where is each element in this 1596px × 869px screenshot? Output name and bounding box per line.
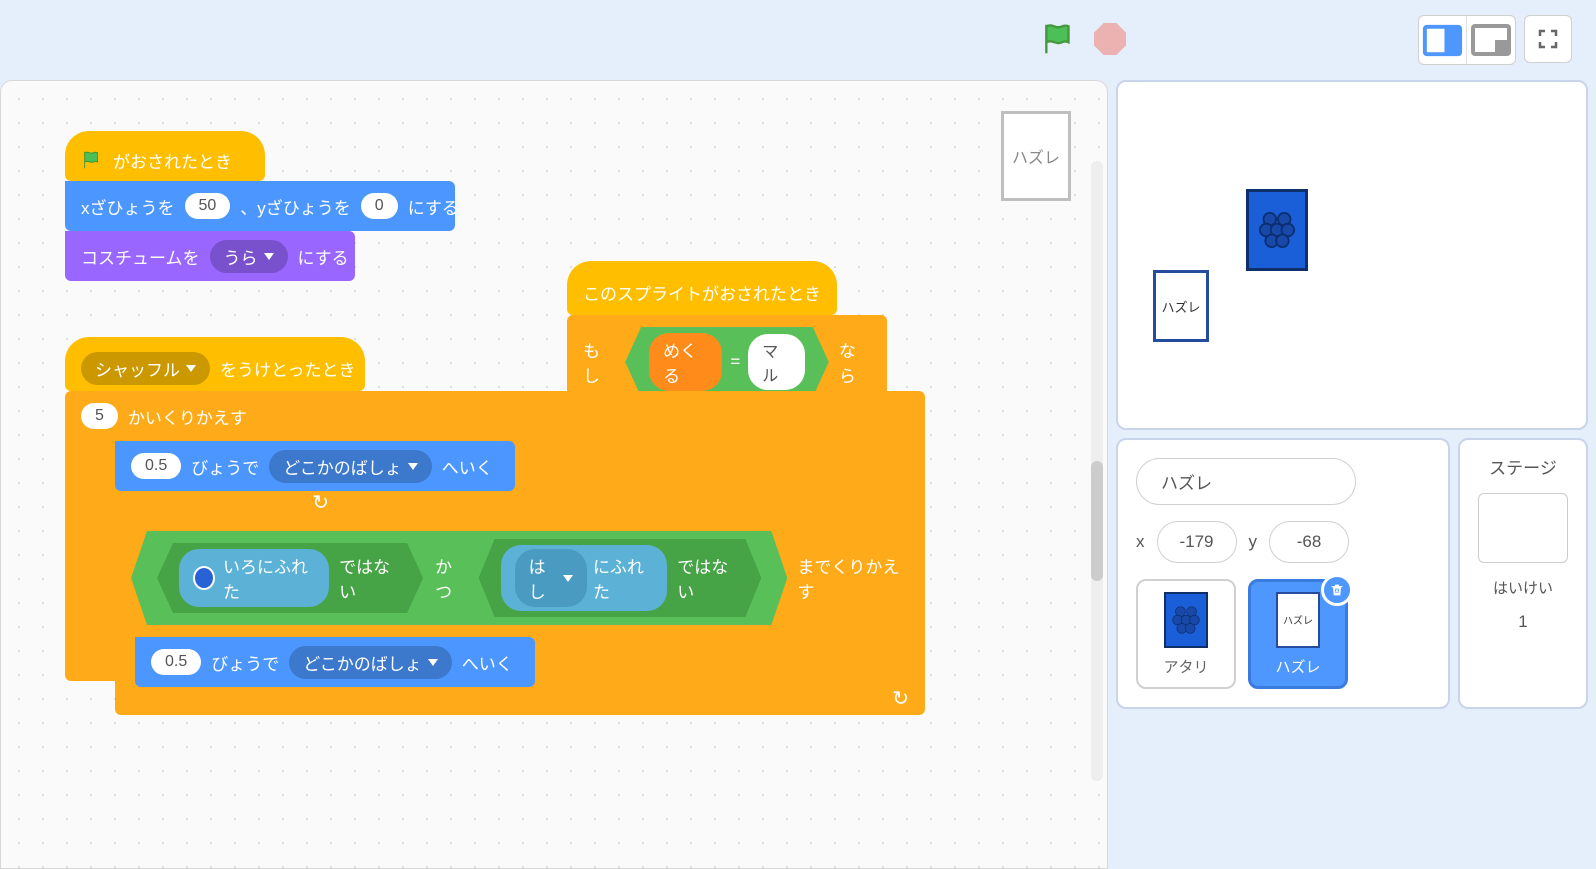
sprite-thumb: ハズレ (1276, 592, 1320, 648)
t: 、yざひょうを (240, 194, 351, 219)
hat-flag-clicked[interactable]: がおされたとき (65, 131, 265, 181)
target-dropdown[interactable]: どこかのばしょ (289, 646, 452, 679)
t: びょうで (211, 650, 279, 675)
x-label: x (1136, 532, 1145, 552)
touching-dropdown[interactable]: はし (515, 549, 587, 607)
hat-label: このスプライトがおされたとき (583, 280, 821, 305)
sprite-info-row: ハズレ x -179 y -68 アタリ (1116, 438, 1588, 709)
stage-sprite-hazure[interactable]: ハズレ (1153, 270, 1209, 342)
loop-arrow-icon: ↻ (892, 686, 909, 711)
glide-block[interactable]: 0.5 びょうで どこかのばしょ へいく (115, 441, 515, 491)
t: をうけとったとき (220, 356, 356, 381)
secs-input[interactable]: 0.5 (151, 649, 201, 675)
glide-block[interactable]: 0.5 びょうで どこかのばしょ へいく (135, 637, 535, 687)
sprite-name-input[interactable]: ハズレ (1136, 458, 1356, 505)
trash-icon (1329, 582, 1345, 598)
stage-thumb[interactable] (1478, 493, 1568, 563)
repeat-block[interactable]: 5 かいくりかえす 0.5 びょうで どこかのばしょ へいく ↻ (65, 391, 925, 681)
costume-dropdown[interactable]: うら (210, 240, 288, 273)
t: ではない (339, 553, 401, 603)
sprite-info-box: ハズレ x -179 y -68 アタリ (1116, 438, 1450, 709)
touching-reporter[interactable]: はし にふれた (501, 545, 668, 611)
sprite-list: アタリ ハズレ ハズレ (1136, 579, 1430, 689)
broadcast-dropdown[interactable]: シャッフル (81, 352, 210, 385)
large-stage-button[interactable] (1467, 16, 1515, 64)
loop-arrow-icon: ↻ (312, 490, 329, 515)
chevron-down-icon (408, 463, 418, 470)
sprite-card-atari[interactable]: アタリ (1136, 579, 1236, 689)
count-input[interactable]: 5 (81, 403, 118, 429)
y-input[interactable]: -68 (1269, 521, 1349, 563)
secs-input[interactable]: 0.5 (131, 453, 181, 479)
repeat-until-block[interactable]: いろにふれた ではない かつ はし にふれた ではない (115, 519, 925, 715)
scrollbar-v[interactable] (1091, 161, 1103, 781)
chevron-down-icon (428, 659, 438, 666)
stage-title: ステージ (1489, 454, 1557, 479)
hat-receive-broadcast[interactable]: シャッフル をうけとったとき (65, 337, 365, 391)
t: までくりかえす (797, 553, 909, 603)
fullscreen-button[interactable] (1524, 15, 1572, 63)
t: なら (839, 337, 871, 387)
touching-color-reporter[interactable]: いろにふれた (179, 549, 329, 607)
workspace[interactable]: ハズレ がおされたとき xざひょうを 50 、yざひょうを 0 にする コスチュ… (0, 80, 1108, 869)
grape-icon (1259, 210, 1295, 250)
sprite-name: ハズレ (1275, 656, 1320, 677)
eq: = (730, 352, 740, 372)
backdrop-count: 1 (1518, 612, 1527, 632)
chevron-down-icon (264, 253, 274, 260)
hat-sprite-clicked[interactable]: このスプライトがおされたとき (567, 261, 837, 315)
sprite-card-hazure[interactable]: ハズレ ハズレ (1248, 579, 1348, 689)
flag-icon (81, 149, 103, 171)
target-dropdown[interactable]: どこかのばしょ (269, 450, 432, 483)
view-mode-group (1418, 15, 1516, 65)
backdrops-label: はいけい (1493, 577, 1553, 598)
t: ではない (677, 553, 739, 603)
t: xざひょうを (81, 194, 175, 219)
sprite-thumb (1164, 592, 1208, 648)
variable-reporter[interactable]: めくる (649, 333, 722, 391)
small-stage-button[interactable] (1419, 16, 1467, 64)
chevron-down-icon (563, 575, 573, 582)
x-input[interactable]: 50 (185, 193, 231, 219)
stage-sprite-atari[interactable] (1246, 189, 1308, 271)
t: かつ (435, 553, 466, 603)
y-input[interactable]: 0 (361, 193, 398, 219)
chevron-down-icon (186, 365, 196, 372)
workspace-sprite-thumb: ハズレ (1001, 111, 1071, 201)
thumb-label: ハズレ (1012, 144, 1060, 168)
t: もし (583, 337, 615, 387)
scrollbar-thumb[interactable] (1091, 461, 1103, 581)
t: にする (298, 244, 349, 269)
green-flag-button[interactable] (1040, 20, 1078, 58)
not-operator[interactable]: いろにふれた ではない (157, 543, 423, 613)
main: ハズレ がおされたとき xざひょうを 50 、yざひょうを 0 にする コスチュ… (0, 80, 1596, 869)
equals-operator[interactable]: めくる = マル (625, 327, 829, 397)
delete-sprite-button[interactable] (1321, 574, 1353, 606)
view-controls (1418, 15, 1572, 65)
stage[interactable]: ハズレ (1116, 80, 1588, 430)
y-label: y (1249, 532, 1258, 552)
t: びょうで (191, 454, 259, 479)
sprite-name: アタリ (1163, 656, 1208, 677)
stop-button[interactable] (1094, 23, 1126, 55)
right-panel: ハズレ ハズレ x -179 y -68 アタ (1116, 80, 1596, 869)
switch-costume-block[interactable]: コスチュームを うら にする (65, 231, 355, 281)
stage-panel: ステージ はいけい 1 (1458, 438, 1588, 709)
t: コスチュームを (81, 244, 200, 269)
not-operator[interactable]: はし にふれた ではない (479, 539, 762, 617)
stage-controls (1040, 20, 1126, 58)
x-input[interactable]: -179 (1157, 521, 1237, 563)
t: にする (408, 194, 459, 219)
topbar (0, 0, 1596, 80)
t: へいく (462, 650, 513, 675)
value-input[interactable]: マル (748, 334, 805, 390)
goto-xy-block[interactable]: xざひょうを 50 、yざひょうを 0 にする (65, 181, 455, 231)
hat-label: がおされたとき (113, 148, 232, 173)
t: へいく (442, 454, 493, 479)
t: かいくりかえす (128, 404, 247, 429)
and-operator[interactable]: いろにふれた ではない かつ はし にふれた ではない (131, 531, 787, 625)
color-swatch[interactable] (193, 566, 215, 590)
